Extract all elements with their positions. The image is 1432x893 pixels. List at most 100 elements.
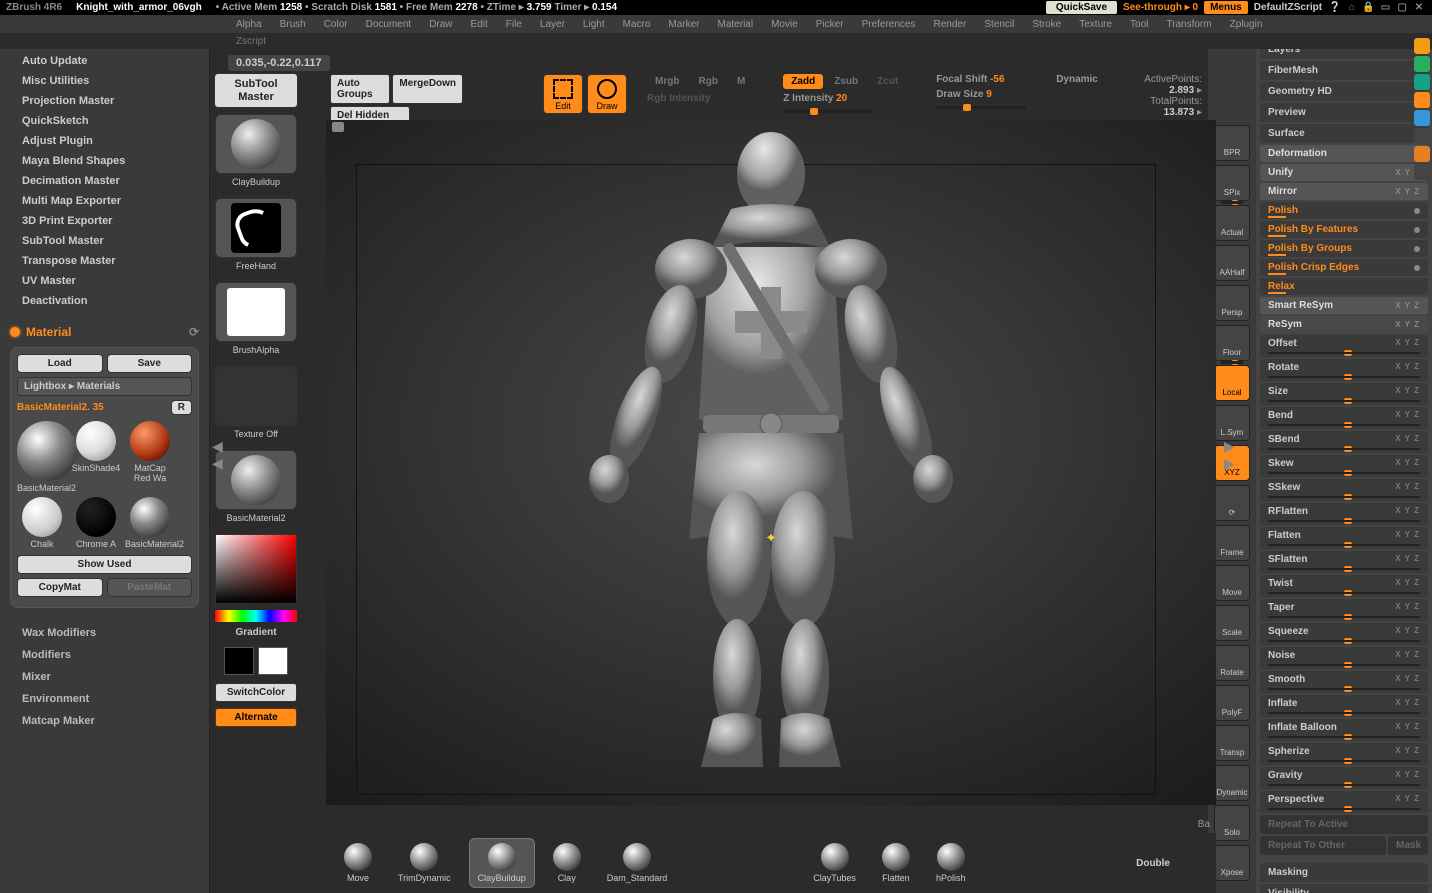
section-geometry-hd[interactable]: Geometry HD: [1260, 82, 1428, 101]
deform-polish-by-features[interactable]: Polish By Features: [1260, 221, 1428, 238]
deform-rotate[interactable]: RotateX Y Z: [1260, 359, 1428, 381]
leftbottom-matcap-maker[interactable]: Matcap Maker: [10, 710, 199, 732]
deform-bend[interactable]: BendX Y Z: [1260, 407, 1428, 429]
menu-picker[interactable]: Picker: [808, 18, 852, 31]
deform-offset[interactable]: OffsetX Y Z: [1260, 335, 1428, 357]
menu-edit[interactable]: Edit: [463, 18, 496, 31]
zplugin-maya-blend-shapes[interactable]: Maya Blend Shapes: [10, 151, 199, 171]
dynamic-label[interactable]: Dynamic: [1056, 74, 1098, 85]
menu-brush[interactable]: Brush: [272, 18, 314, 31]
zplugin-auto-update[interactable]: Auto Update: [10, 51, 199, 71]
texture-off[interactable]: [215, 366, 297, 426]
deform-flatten[interactable]: FlattenX Y Z: [1260, 527, 1428, 549]
shelf-floor[interactable]: Floor: [1214, 325, 1250, 361]
deform-sbend[interactable]: SBendX Y Z: [1260, 431, 1428, 453]
leftbottom-mixer[interactable]: Mixer: [10, 666, 199, 688]
shelf-frame[interactable]: Frame: [1214, 525, 1250, 561]
r-button[interactable]: R: [171, 400, 192, 415]
focal-shift[interactable]: Focal Shift -56: [936, 74, 1026, 85]
menu-render[interactable]: Render: [926, 18, 975, 31]
deform-noise[interactable]: NoiseX Y Z: [1260, 647, 1428, 669]
deform-inflate-balloon[interactable]: Inflate BalloonX Y Z: [1260, 719, 1428, 741]
brush-dam_standard[interactable]: Dam_Standard: [599, 839, 676, 887]
menu-marker[interactable]: Marker: [660, 18, 707, 31]
home-icon[interactable]: ⌂: [1345, 2, 1359, 13]
deform-spherize[interactable]: SpherizeX Y Z: [1260, 743, 1428, 765]
deform-skew[interactable]: SkewX Y Z: [1260, 455, 1428, 477]
shelf-xpose[interactable]: Xpose: [1214, 845, 1250, 881]
lightbox-materials[interactable]: Lightbox ▸ Materials: [17, 377, 192, 396]
menu-zplugin[interactable]: Zplugin: [1222, 18, 1271, 31]
pill-gray2[interactable]: [1414, 164, 1430, 180]
subtool-master-button[interactable]: SubTool Master: [214, 73, 298, 108]
zplugin-adjust-plugin[interactable]: Adjust Plugin: [10, 131, 199, 151]
shelf-lsym[interactable]: L.Sym: [1214, 405, 1250, 441]
shelf-persp[interactable]: Persp: [1214, 285, 1250, 321]
shelf-bpr[interactable]: BPR: [1214, 125, 1250, 161]
section-fibermesh[interactable]: FiberMesh: [1260, 61, 1428, 80]
collapse-right-icon[interactable]: ▶▶: [1224, 440, 1234, 470]
shelf-local[interactable]: Local: [1214, 365, 1250, 401]
deform-relax[interactable]: Relax: [1260, 278, 1428, 295]
z-tabs[interactable]: Zadd Zsub Zcut: [783, 74, 906, 89]
material-basicmaterial2[interactable]: BasicMaterial2: [17, 421, 67, 493]
copymat-button[interactable]: CopyMat: [17, 578, 103, 597]
menu-macro[interactable]: Macro: [615, 18, 659, 31]
shelf-rotate[interactable]: Rotate: [1214, 645, 1250, 681]
leftbottom-modifiers[interactable]: Modifiers: [10, 644, 199, 666]
subdiv-slider[interactable]: [330, 124, 380, 130]
deform-resym[interactable]: ReSymX Y Z: [1260, 316, 1428, 333]
shelf-solo[interactable]: Solo: [1214, 805, 1250, 841]
max-icon[interactable]: ▢: [1395, 2, 1409, 13]
menu-color[interactable]: Color: [316, 18, 356, 31]
rgb-intensity[interactable]: Rgb Intensity: [647, 93, 753, 104]
lock-icon[interactable]: 🔒: [1362, 2, 1376, 13]
menu-stencil[interactable]: Stencil: [976, 18, 1022, 31]
pill-orange2[interactable]: [1414, 92, 1430, 108]
brush-flatten[interactable]: Flatten: [874, 839, 918, 887]
material-matcap-red-wa[interactable]: MatCap Red Wa: [125, 421, 175, 493]
menu-movie[interactable]: Movie: [763, 18, 806, 31]
menu-light[interactable]: Light: [575, 18, 613, 31]
deform-smooth[interactable]: SmoothX Y Z: [1260, 671, 1428, 693]
deform-taper[interactable]: TaperX Y Z: [1260, 599, 1428, 621]
deform-polish-by-groups[interactable]: Polish By Groups: [1260, 240, 1428, 257]
mask-toggle[interactable]: Mask: [1388, 836, 1428, 855]
section-preview[interactable]: Preview: [1260, 103, 1428, 122]
menu-alpha[interactable]: Alpha: [228, 18, 270, 31]
section-visibility[interactable]: Visibility: [1260, 884, 1428, 893]
shelf-dynamic[interactable]: Dynamic: [1214, 765, 1250, 801]
rgb-tabs[interactable]: Mrgb Rgb M: [647, 74, 753, 89]
material-header[interactable]: Material⟳: [10, 325, 199, 339]
menu-preferences[interactable]: Preferences: [854, 18, 924, 31]
section-surface[interactable]: Surface: [1260, 124, 1428, 143]
menu-transform[interactable]: Transform: [1158, 18, 1219, 31]
pill-gray[interactable]: [1414, 128, 1430, 144]
material-basicmaterial2[interactable]: BasicMaterial2: [125, 497, 175, 549]
double-label[interactable]: Double: [1136, 858, 1170, 869]
repeat-other[interactable]: Repeat To Other: [1260, 836, 1386, 855]
shelf-actual[interactable]: Actual: [1214, 205, 1250, 241]
deform-polish-crisp-edges[interactable]: Polish Crisp Edges: [1260, 259, 1428, 276]
deformation-header[interactable]: Deformation: [1260, 145, 1428, 162]
deform-mirror[interactable]: MirrorX Y Z: [1260, 183, 1428, 200]
save-button[interactable]: Save: [107, 354, 193, 373]
leftbottom-environment[interactable]: Environment: [10, 688, 199, 710]
brush-alpha[interactable]: [215, 282, 297, 342]
default-zscript[interactable]: DefaultZScript: [1254, 2, 1322, 13]
draw-size[interactable]: Draw Size 9: [936, 89, 1026, 100]
leftbottom-wax-modifiers[interactable]: Wax Modifiers: [10, 622, 199, 644]
brush-clay[interactable]: Clay: [545, 839, 589, 887]
deform-sflatten[interactable]: SFlattenX Y Z: [1260, 551, 1428, 573]
zplugin-misc-utilities[interactable]: Misc Utilities: [10, 71, 199, 91]
mergedown-button[interactable]: MergeDown: [392, 74, 463, 104]
material-chrome-a[interactable]: Chrome A: [71, 497, 121, 549]
pill-green[interactable]: [1414, 56, 1430, 72]
load-button[interactable]: Load: [17, 354, 103, 373]
brush-claybuildup[interactable]: ClayBuildup: [469, 838, 535, 888]
menu-file[interactable]: File: [498, 18, 530, 31]
material-thumb[interactable]: [215, 450, 297, 510]
quicksave-button[interactable]: QuickSave: [1046, 1, 1117, 14]
zplugin-decimation-master[interactable]: Decimation Master: [10, 171, 199, 191]
menu-document[interactable]: Document: [358, 18, 420, 31]
